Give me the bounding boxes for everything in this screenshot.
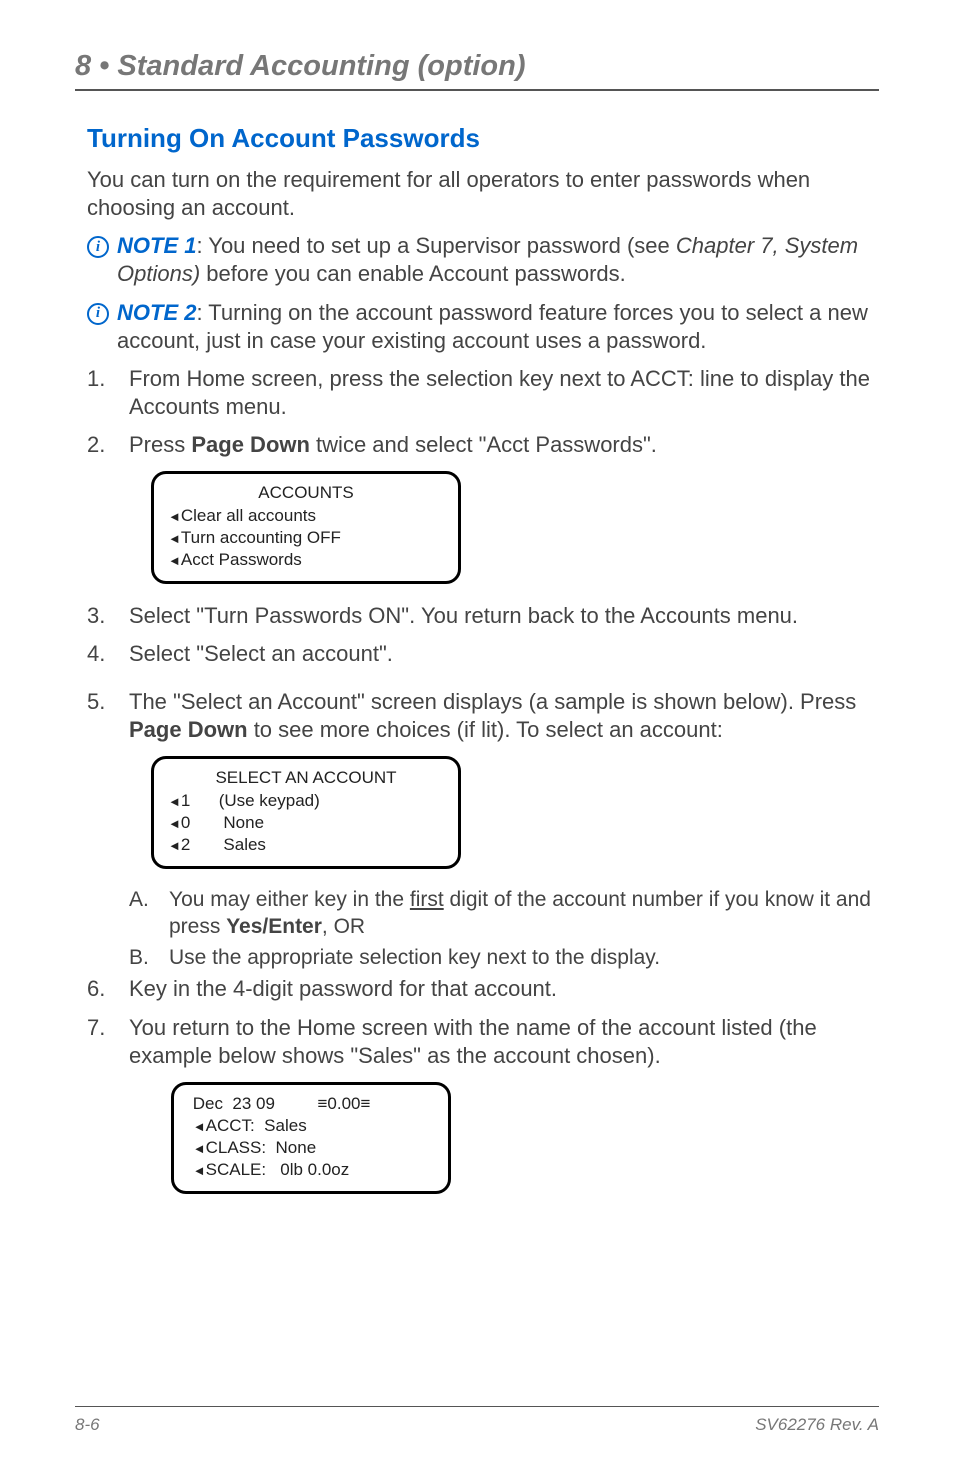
step-6-text: Key in the 4-digit password for that acc…	[129, 975, 879, 1003]
screen-select-account: SELECT AN ACCOUNT ◄1 (Use keypad) ◄0 Non…	[151, 756, 461, 868]
screen-accounts-title: ACCOUNTS	[168, 482, 444, 504]
step-7-text: You return to the Home screen with the n…	[129, 1014, 879, 1070]
screen-home-line-3: ◄CLASS: None	[188, 1137, 434, 1159]
screen-accounts-row-2: ◄Turn accounting OFF	[168, 527, 444, 549]
step-4: 4. Select "Select an account".	[87, 640, 879, 668]
left-arrow-icon: ◄	[193, 1163, 206, 1178]
left-arrow-icon: ◄	[193, 1141, 206, 1156]
step-2-bold: Page Down	[191, 432, 310, 457]
step-7-num: 7.	[87, 1014, 129, 1070]
sub-b-letter: B.	[129, 945, 169, 972]
step-2-suffix: twice and select "Acct Passwords".	[310, 432, 657, 457]
note-1-label: NOTE 1	[117, 233, 196, 258]
step-5: 5. The "Select an Account" screen displa…	[87, 688, 879, 744]
note-1-before: : You need to set up a Supervisor passwo…	[196, 233, 675, 258]
sub-a-bold: Yes/Enter	[226, 915, 322, 938]
note-2: i NOTE 2: Turning on the account passwor…	[87, 299, 879, 355]
screen-home: Dec 23 09 ≡0.00≡ ◄ACCT: Sales ◄CLASS: No…	[171, 1082, 451, 1194]
step-1-num: 1.	[87, 365, 129, 421]
left-arrow-icon: ◄	[168, 531, 181, 546]
note-1: i NOTE 1: You need to set up a Superviso…	[87, 232, 879, 288]
screen-select-row-2: ◄0 None	[168, 812, 444, 834]
section-heading: Turning On Account Passwords	[87, 123, 879, 154]
page-footer: 8-6 SV62276 Rev. A	[75, 1406, 879, 1435]
sub-steps-ab: A. You may either key in the first digit…	[129, 887, 879, 972]
note-1-after: before you can enable Account passwords.	[200, 261, 626, 286]
step-5-prefix: The "Select an Account" screen displays …	[129, 689, 856, 714]
info-icon: i	[87, 303, 109, 325]
note-2-body: : Turning on the account password featur…	[117, 300, 868, 353]
step-2-text: Press Page Down twice and select "Acct P…	[129, 431, 879, 459]
sub-a-letter: A.	[129, 887, 169, 941]
chapter-header: 8 • Standard Accounting (option)	[75, 50, 879, 91]
step-5-num: 5.	[87, 688, 129, 744]
step-6-num: 6.	[87, 975, 129, 1003]
screen-select-row-3: ◄2 Sales	[168, 834, 444, 856]
steps-list-2: 3. Select "Turn Passwords ON". You retur…	[87, 602, 879, 745]
step-4-num: 4.	[87, 640, 129, 668]
step-4-text: Select "Select an account".	[129, 640, 879, 668]
step-3-num: 3.	[87, 602, 129, 630]
sub-step-b: B. Use the appropriate selection key nex…	[129, 945, 879, 972]
step-5-text: The "Select an Account" screen displays …	[129, 688, 879, 744]
step-7: 7. You return to the Home screen with th…	[87, 1014, 879, 1070]
step-1-text: From Home screen, press the selection ke…	[129, 365, 879, 421]
screen-accounts-row-1: ◄Clear all accounts	[168, 505, 444, 527]
screen-select-row-1: ◄1 (Use keypad)	[168, 790, 444, 812]
info-icon: i	[87, 236, 109, 258]
left-arrow-icon: ◄	[193, 1119, 206, 1134]
screen-select-title: SELECT AN ACCOUNT	[168, 767, 444, 789]
screen-accounts: ACCOUNTS ◄Clear all accounts ◄Turn accou…	[151, 471, 461, 583]
note-1-text: NOTE 1: You need to set up a Supervisor …	[117, 232, 879, 288]
sub-a-underline: first	[410, 888, 444, 911]
sub-step-a: A. You may either key in the first digit…	[129, 887, 879, 941]
left-arrow-icon: ◄	[168, 816, 181, 831]
left-arrow-icon: ◄	[168, 794, 181, 809]
intro-paragraph: You can turn on the requirement for all …	[87, 166, 879, 222]
note-2-label: NOTE 2	[117, 300, 196, 325]
step-1: 1. From Home screen, press the selection…	[87, 365, 879, 421]
steps-list-3: 6. Key in the 4-digit password for that …	[87, 975, 879, 1069]
step-2-num: 2.	[87, 431, 129, 459]
left-arrow-icon: ◄	[168, 509, 181, 524]
step-2-prefix: Press	[129, 432, 191, 457]
step-6: 6. Key in the 4-digit password for that …	[87, 975, 879, 1003]
step-5-suffix: to see more choices (if lit). To select …	[248, 717, 723, 742]
screen-accounts-row-3: ◄Acct Passwords	[168, 549, 444, 571]
screen-home-line-1: Dec 23 09 ≡0.00≡	[188, 1093, 434, 1115]
steps-list-1: 1. From Home screen, press the selection…	[87, 365, 879, 459]
step-3-text: Select "Turn Passwords ON". You return b…	[129, 602, 879, 630]
note-2-text: NOTE 2: Turning on the account password …	[117, 299, 879, 355]
step-3: 3. Select "Turn Passwords ON". You retur…	[87, 602, 879, 630]
sub-b-text: Use the appropriate selection key next t…	[169, 945, 660, 972]
left-arrow-icon: ◄	[168, 838, 181, 853]
step-5-bold: Page Down	[129, 717, 248, 742]
step-2: 2. Press Page Down twice and select "Acc…	[87, 431, 879, 459]
screen-home-line-4: ◄SCALE: 0lb 0.0oz	[188, 1159, 434, 1181]
footer-page-number: 8-6	[75, 1415, 100, 1435]
left-arrow-icon: ◄	[168, 553, 181, 568]
screen-home-line-2: ◄ACCT: Sales	[188, 1115, 434, 1137]
footer-revision: SV62276 Rev. A	[755, 1415, 879, 1435]
sub-a-text: You may either key in the first digit of…	[169, 887, 879, 941]
